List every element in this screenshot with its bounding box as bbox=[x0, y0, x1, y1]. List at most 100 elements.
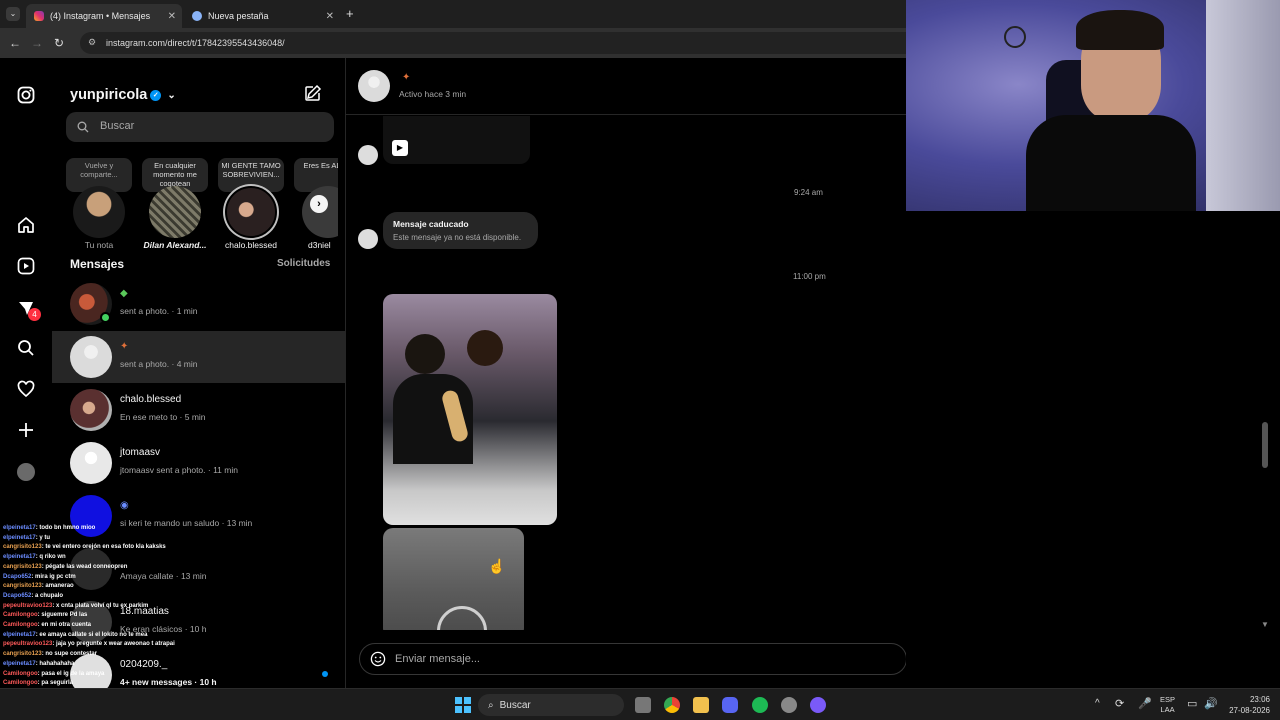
stream-chat-message: jaja yo pregunte x wear aweonao t atrapa… bbox=[56, 641, 175, 648]
tab-list-icon[interactable]: ⌄ bbox=[6, 7, 20, 21]
app-icon[interactable] bbox=[810, 697, 826, 713]
profile-avatar-icon[interactable] bbox=[17, 463, 35, 481]
stream-chat-message: a chupalo bbox=[35, 592, 64, 599]
tray-volume-icon[interactable]: 🔊 bbox=[1204, 697, 1218, 710]
new-message-icon[interactable] bbox=[304, 84, 322, 107]
create-icon[interactable] bbox=[16, 421, 36, 441]
tab-new[interactable]: Nueva pestaña ✕ bbox=[184, 4, 340, 28]
instagram-logo-icon[interactable] bbox=[16, 86, 36, 106]
stream-chat-line: Camilongoo: en mi otra cuenta bbox=[3, 622, 92, 629]
file-explorer-icon[interactable] bbox=[693, 697, 709, 713]
note-item[interactable]: En cualquier momento me coqotean Dilan A… bbox=[142, 158, 208, 250]
note-name: chalo.blessed bbox=[225, 240, 277, 250]
search-input[interactable]: Buscar bbox=[100, 120, 134, 132]
chrome-icon[interactable] bbox=[664, 697, 680, 713]
new-tab-icon[interactable]: + bbox=[346, 6, 354, 21]
avatar bbox=[70, 336, 112, 378]
search-icon: ⌕ bbox=[488, 699, 494, 711]
back-icon[interactable]: ← bbox=[4, 36, 26, 50]
stream-chat-user: elpeineta17 bbox=[3, 534, 36, 541]
chat-status: Activo hace 3 min bbox=[399, 89, 467, 99]
stream-chat-message: amanerao bbox=[45, 583, 74, 590]
tab-instagram[interactable]: (4) Instagram • Mensajes ✕ bbox=[26, 4, 182, 28]
clock-time: 23:06 bbox=[1249, 695, 1270, 704]
emoji-icon[interactable] bbox=[370, 651, 386, 672]
scrollbar-thumb[interactable] bbox=[1262, 422, 1268, 468]
site-info-icon[interactable]: ⚙ bbox=[88, 37, 96, 48]
conversation-item[interactable]: chalo.blessed En ese meto to · 5 min bbox=[52, 384, 346, 436]
conversation-item-selected[interactable]: ✦ sent a photo. · 4 min bbox=[52, 331, 346, 383]
stream-chat-message: te vei entero orejón en esa foto kla kak… bbox=[45, 544, 166, 551]
language-indicator[interactable]: ESP LAA bbox=[1160, 695, 1175, 715]
stream-chat-line: elpeineta17: q riko wn bbox=[3, 554, 66, 561]
heart-icon[interactable] bbox=[16, 380, 36, 400]
stream-chat-line: pepeultravioo123: jaja yo pregunte x wea… bbox=[3, 641, 175, 648]
tray-network-icon[interactable]: ⟳ bbox=[1115, 697, 1124, 710]
tray-mic-icon[interactable]: 🎤 bbox=[1138, 697, 1152, 710]
play-icon: ▶ bbox=[392, 140, 408, 156]
taskbar-search-label: Buscar bbox=[499, 699, 531, 711]
app-icon[interactable] bbox=[781, 697, 797, 713]
home-icon[interactable] bbox=[16, 216, 36, 236]
chat-contact-name[interactable]: ✦ bbox=[402, 72, 410, 83]
streamer-hair bbox=[1076, 10, 1164, 50]
streamer-shirt bbox=[1026, 115, 1196, 211]
shared-reel[interactable]: ▶ bbox=[383, 116, 530, 164]
note-item[interactable]: Vuelve y comparte... Tu nota bbox=[66, 158, 132, 250]
stream-chat-message: ee amaya callate si el lokito no te mea bbox=[39, 631, 148, 638]
scroll-down-icon[interactable]: ▼ bbox=[1261, 620, 1269, 629]
avatar bbox=[70, 389, 112, 431]
stream-chat-user: Dcapo652 bbox=[3, 573, 32, 580]
close-tab-icon[interactable]: ✕ bbox=[168, 11, 176, 22]
photo-gauge bbox=[437, 606, 487, 630]
account-switcher[interactable]: yunpiricola ✓ ⌄ bbox=[70, 87, 176, 103]
webcam-overlay bbox=[906, 0, 1280, 211]
unread-dot bbox=[322, 671, 328, 677]
message-input[interactable]: Enviar mensaje... bbox=[395, 653, 480, 665]
address-bar[interactable]: ⚙ instagram.com/direct/t/178423955434360… bbox=[80, 32, 906, 54]
start-icon[interactable] bbox=[455, 697, 471, 713]
stream-chat-line: elpeineta17: y tu bbox=[3, 534, 51, 541]
conversation-item[interactable]: jtomaasv jtomaasv sent a photo. · 11 min bbox=[52, 437, 346, 489]
tab-label: (4) Instagram • Mensajes bbox=[50, 11, 151, 21]
close-tab-icon[interactable]: ✕ bbox=[326, 11, 334, 22]
stream-chat-user: cangrisito123 bbox=[3, 651, 42, 658]
note-item[interactable]: MI GENTE TAMO SOBREVIVIEN... chalo.bless… bbox=[218, 158, 284, 250]
tray-chevron-icon[interactable]: ^ bbox=[1095, 698, 1100, 709]
forward-icon[interactable]: → bbox=[26, 36, 48, 50]
notes-next-button[interactable]: › bbox=[310, 195, 328, 213]
stream-chat-message: siguemre Pd las bbox=[41, 612, 88, 619]
task-view-icon[interactable] bbox=[635, 697, 651, 713]
note-name: Dilan Alexand... bbox=[143, 240, 207, 250]
stream-chat-user: cangrisito123 bbox=[3, 563, 42, 570]
conversation-item[interactable]: ◆ sent a photo. · 1 min bbox=[52, 278, 346, 330]
stream-chat-user: cangrisito123 bbox=[3, 583, 42, 590]
stream-chat-message: pasa el ig de la amaya bbox=[41, 670, 105, 677]
discord-icon[interactable] bbox=[722, 697, 738, 713]
search-icon[interactable] bbox=[16, 339, 36, 359]
expired-title: Mensaje caducado bbox=[393, 219, 469, 229]
conversation-preview: En ese meto to · 5 min bbox=[120, 412, 206, 422]
tab-label: Nueva pestaña bbox=[208, 11, 269, 21]
taskbar-search[interactable]: ⌕ Buscar bbox=[478, 694, 624, 716]
chat-header: ✦ Activo hace 3 min bbox=[346, 58, 906, 115]
timestamp: 11:00 pm bbox=[793, 272, 826, 281]
message-composer[interactable]: Enviar mensaje... 🎙 bbox=[359, 643, 1191, 675]
stream-chat-user: Camilongoo bbox=[3, 670, 38, 677]
stream-chat-user: Camilongoo bbox=[3, 622, 38, 629]
reels-icon[interactable] bbox=[16, 257, 36, 277]
clock[interactable]: 23:06 27-08-2026 bbox=[1222, 694, 1270, 716]
tray-display-icon[interactable]: ▭ bbox=[1187, 697, 1197, 710]
message-list[interactable]: ▶ 9:24 am Mensaje caducado Este mensaje … bbox=[346, 116, 906, 630]
stream-chat-line: cangrisito123: no supe contestar bbox=[3, 651, 98, 658]
photo-message[interactable] bbox=[383, 528, 524, 630]
conversation-name: ✦ bbox=[120, 341, 129, 352]
avatar[interactable] bbox=[358, 70, 390, 102]
requests-link[interactable]: Solicitudes bbox=[277, 258, 330, 269]
avatar bbox=[73, 186, 125, 238]
spotify-icon[interactable] bbox=[752, 697, 768, 713]
search-box[interactable]: Buscar bbox=[66, 112, 334, 142]
photo-message[interactable] bbox=[383, 294, 557, 525]
stream-chat-message: pégate las wead conneopren bbox=[45, 563, 128, 570]
reload-icon[interactable]: ↻ bbox=[48, 36, 70, 50]
